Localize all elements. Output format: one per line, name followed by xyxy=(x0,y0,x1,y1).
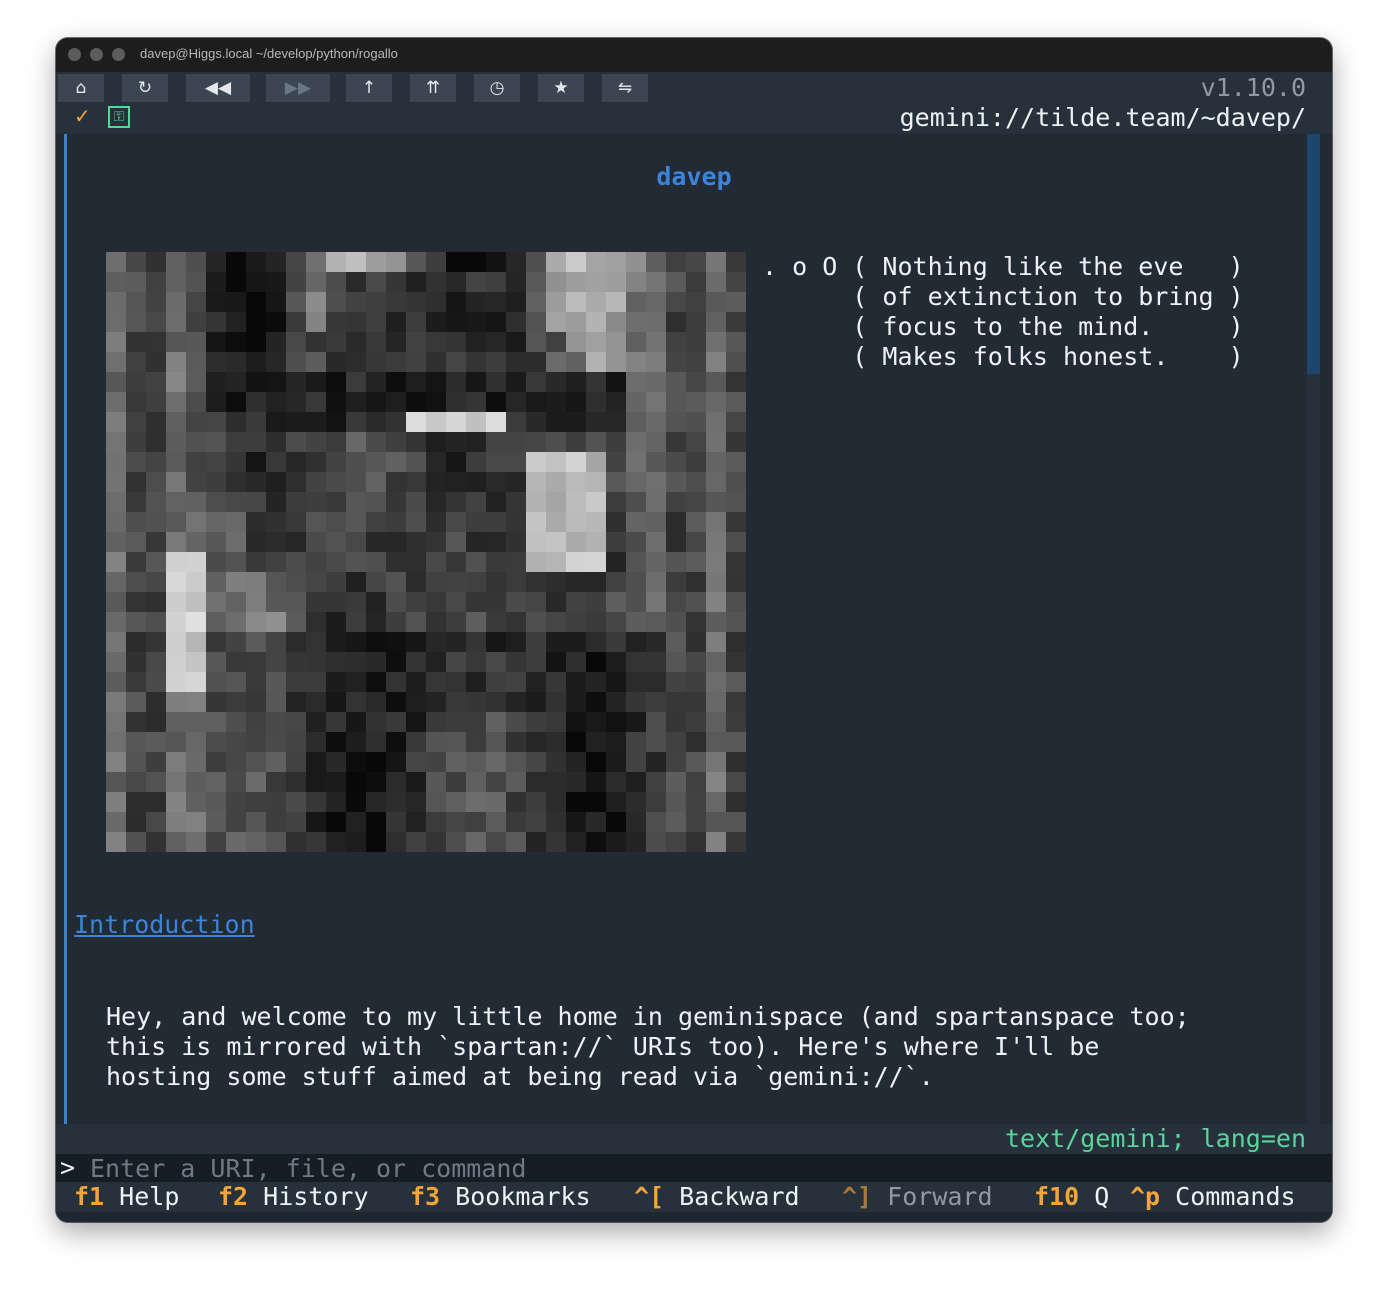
version-label: v1.10.0 xyxy=(1200,73,1306,102)
forward-binding[interactable]: ^] Forward xyxy=(842,1182,993,1212)
swap-icon: ⇋ xyxy=(617,78,633,98)
commands-binding[interactable]: ^p Commands xyxy=(1130,1182,1296,1212)
mime-type: text/gemini; lang=en xyxy=(1004,1124,1306,1153)
bookmark-icon: ★ xyxy=(553,78,569,98)
window-title: davep@Higgs.local ~/develop/python/rogal… xyxy=(140,46,398,61)
quote-text: . o O ( Nothing like the eve ) ( of exti… xyxy=(762,252,1244,371)
forward-label: Forward xyxy=(887,1182,993,1211)
introduction-link[interactable]: Introduction xyxy=(74,910,255,939)
swap-button[interactable]: ⇋ xyxy=(602,74,648,102)
reload-button[interactable]: ↻ xyxy=(122,74,168,102)
quit-key: f10 xyxy=(1034,1182,1080,1211)
pixelated-portrait-image xyxy=(106,252,746,852)
title-bar: davep@Higgs.local ~/develop/python/rogal… xyxy=(56,38,1332,72)
bookmarks-key: f3 xyxy=(410,1182,441,1211)
history-label: History xyxy=(263,1182,369,1211)
identity-key-icon[interactable]: ⚿ xyxy=(108,106,130,128)
focus-indicator xyxy=(64,134,67,1124)
forward-button[interactable]: ▶▶ xyxy=(266,74,330,102)
up-button[interactable]: ↑ xyxy=(346,74,392,102)
page-heading: davep xyxy=(656,162,732,191)
history-binding[interactable]: f2 History xyxy=(218,1182,369,1212)
backward-label: Backward xyxy=(679,1182,800,1211)
check-icon: ✓ xyxy=(74,104,91,128)
back-icon: ◀◀ xyxy=(204,78,232,98)
home-button[interactable]: ⌂ xyxy=(58,74,104,102)
quit-label: Q xyxy=(1094,1182,1110,1211)
root-icon: ⇈ xyxy=(425,78,441,98)
quit-binding[interactable]: f10 Q xyxy=(1034,1182,1109,1212)
reload-icon: ↻ xyxy=(137,78,153,98)
forward-icon: ▶▶ xyxy=(284,78,312,98)
bookmarks-label: Bookmarks xyxy=(455,1182,591,1211)
back-button[interactable]: ◀◀ xyxy=(186,74,250,102)
bookmarks-binding[interactable]: f3 Bookmarks xyxy=(410,1182,591,1212)
home-icon: ⌂ xyxy=(75,78,87,98)
history-key: f2 xyxy=(218,1182,249,1211)
close-window-button[interactable] xyxy=(68,48,81,61)
command-line: > xyxy=(56,1153,1332,1182)
current-address[interactable]: gemini://tilde.team/~davep/ xyxy=(900,102,1306,134)
prompt-symbol: > xyxy=(60,1153,76,1182)
commands-label: Commands xyxy=(1175,1182,1296,1211)
minimize-window-button[interactable] xyxy=(90,48,103,61)
key-bindings-footer: f1 Help f2 History f3 Bookmarks ^[ Backw… xyxy=(56,1182,1332,1212)
window-bottom-edge xyxy=(56,1212,1332,1222)
commands-key: ^p xyxy=(1130,1182,1161,1211)
help-key: f1 xyxy=(74,1182,105,1211)
up-icon: ↑ xyxy=(361,78,377,98)
command-input[interactable] xyxy=(90,1154,1290,1182)
status-bar: text/gemini; lang=en xyxy=(56,1124,1332,1154)
zoom-window-button[interactable] xyxy=(112,48,125,61)
document-viewer[interactable]: davep . o O ( Nothing like the eve ) ( o… xyxy=(56,134,1332,1124)
history-icon: ◷ xyxy=(489,78,505,98)
help-label: Help xyxy=(119,1182,180,1211)
backward-binding[interactable]: ^[ Backward xyxy=(634,1182,800,1212)
navigation-toolbar: ⌂ ↻ ◀◀ ▶▶ ↑ ⇈ ◷ ★ ⇋ v1.10.0 ✓ ⚿ gemini:/… xyxy=(56,72,1332,134)
intro-paragraph: Hey, and welcome to my little home in ge… xyxy=(106,1002,1190,1091)
history-button[interactable]: ◷ xyxy=(474,74,520,102)
bookmark-button[interactable]: ★ xyxy=(538,74,584,102)
terminal-window: davep@Higgs.local ~/develop/python/rogal… xyxy=(56,38,1332,1222)
backward-key: ^[ xyxy=(634,1182,665,1211)
forward-key: ^] xyxy=(842,1182,873,1211)
root-button[interactable]: ⇈ xyxy=(410,74,456,102)
help-binding[interactable]: f1 Help xyxy=(74,1182,179,1212)
